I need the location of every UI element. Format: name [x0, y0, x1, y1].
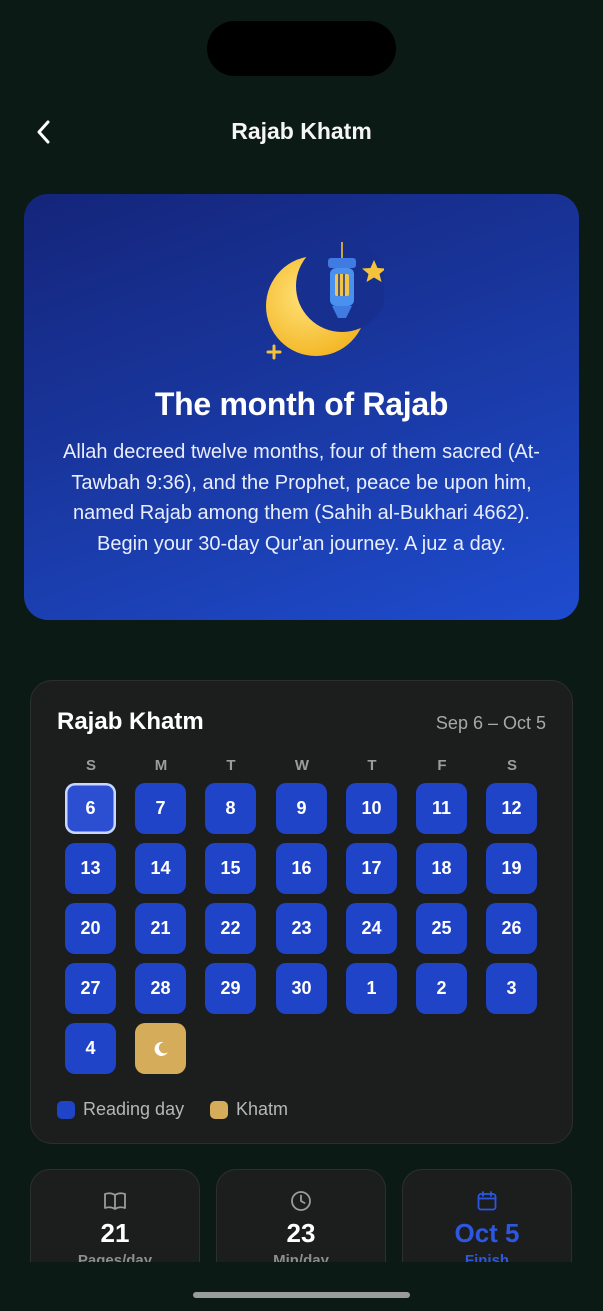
calendar-day[interactable]: 13 — [65, 843, 116, 894]
weekday-label: W — [294, 757, 310, 774]
weekday-label: T — [367, 757, 377, 774]
hero-title: The month of Rajab — [154, 386, 449, 422]
calendar-day[interactable]: 28 — [135, 963, 186, 1014]
calendar-day[interactable]: 29 — [205, 963, 256, 1014]
calendar-day[interactable]: 14 — [135, 843, 186, 894]
calendar-day[interactable]: 1 — [346, 963, 397, 1014]
legend-khatm: Khatm — [210, 1099, 288, 1120]
weekday-header: S M T W T F S — [65, 757, 541, 777]
calendar-title: Rajab Khatm — [57, 708, 204, 735]
legend-label: Khatm — [236, 1099, 289, 1119]
home-indicator[interactable] — [193, 1292, 410, 1298]
calendar-day[interactable]: 24 — [346, 903, 397, 954]
calendar-day[interactable]: 22 — [205, 903, 256, 954]
calendar-day[interactable]: 17 — [346, 843, 397, 894]
calendar-day[interactable]: 20 — [65, 903, 116, 954]
calendar-day[interactable]: 8 — [205, 783, 256, 834]
calendar-day[interactable]: 7 — [135, 783, 186, 834]
calendar-day-today[interactable]: 6 — [65, 783, 116, 834]
hero-description: Allah decreed twelve months, four of the… — [63, 441, 540, 555]
calendar-day[interactable]: 19 — [486, 843, 537, 894]
hero-card: The month of Rajab Allah decreed twelve … — [24, 194, 579, 620]
weekday-label: S — [506, 757, 517, 774]
calendar-day[interactable]: 15 — [205, 843, 256, 894]
calendar-day[interactable]: 3 — [486, 963, 537, 1014]
khatm-swatch — [210, 1100, 228, 1119]
legend-label: Reading day — [83, 1099, 185, 1119]
calendar-day[interactable]: 10 — [346, 783, 397, 834]
calendar-date-range: Sep 6 – Oct 5 — [435, 713, 546, 733]
crescent-moon-icon — [154, 1041, 168, 1056]
dynamic-island — [207, 21, 396, 76]
calendar-day[interactable]: 4 — [65, 1023, 116, 1074]
calendar-day[interactable]: 25 — [416, 903, 467, 954]
weekday-label: M — [154, 757, 168, 774]
book-icon — [104, 1192, 126, 1210]
calendar-day[interactable]: 23 — [276, 903, 327, 954]
calendar-day[interactable]: 12 — [486, 783, 537, 834]
bottom-safe-area — [0, 1262, 603, 1311]
reading-day-swatch — [57, 1100, 75, 1119]
weekday-label: F — [437, 757, 447, 774]
calendar-day[interactable]: 11 — [416, 783, 467, 834]
calendar-day[interactable]: 26 — [486, 903, 537, 954]
calendar-day[interactable]: 9 — [276, 783, 327, 834]
minutes-per-day-value: 23 — [286, 1218, 316, 1248]
legend-reading-day: Reading day — [57, 1099, 184, 1120]
calendar-day[interactable]: 18 — [416, 843, 467, 894]
calendar-day[interactable]: 30 — [276, 963, 327, 1014]
calendar-day-khatm[interactable] — [135, 1023, 186, 1074]
weekday-label: T — [226, 757, 236, 774]
weekday-label: S — [85, 757, 96, 774]
crescent-lantern-icon — [266, 240, 384, 360]
pages-per-day-value: 21 — [100, 1218, 130, 1248]
calendar-day[interactable]: 27 — [65, 963, 116, 1014]
finish-date-value: Oct 5 — [454, 1218, 520, 1248]
clock-icon — [291, 1191, 311, 1211]
calendar-day[interactable]: 2 — [416, 963, 467, 1014]
calendar-icon — [477, 1191, 497, 1211]
calendar-card: Rajab Khatm Sep 6 – Oct 5 S M T W T F S … — [30, 680, 573, 1144]
calendar-day[interactable]: 16 — [276, 843, 327, 894]
nav-bar: Rajab Khatm — [0, 100, 603, 162]
page-title: Rajab Khatm — [231, 118, 372, 144]
calendar-day[interactable]: 21 — [135, 903, 186, 954]
